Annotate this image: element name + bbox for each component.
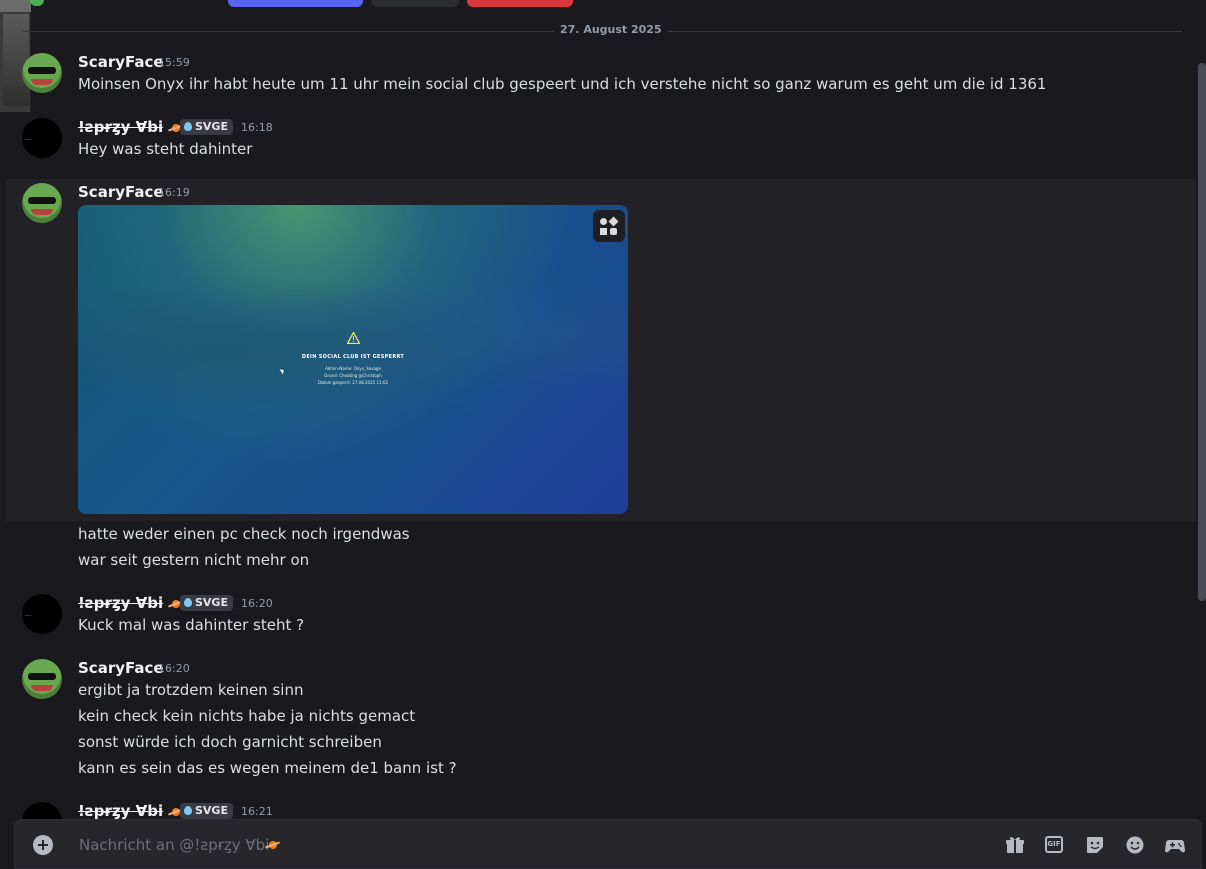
date-divider-label: 27. August 2025 [554,23,668,36]
danger-action-button[interactable] [467,0,573,7]
message-text: kann es sein das es wegen meinem de1 ban… [78,759,457,777]
game-controller-icon[interactable] [1165,835,1185,855]
message-input[interactable] [79,834,959,856]
scrollbar-track[interactable] [1198,63,1206,601]
gif-icon[interactable]: GIF [1045,836,1063,853]
planet-emoji-icon [265,840,279,850]
message-timestamp: 16:20 [158,662,190,675]
message-author[interactable]: ScaryFace [78,659,164,677]
message-text: war seit gestern nicht mehr on [78,551,310,569]
secondary-action-button[interactable] [371,0,459,7]
message-text: kein check kein nichts habe ja nichts ge… [78,707,416,725]
message-author[interactable]: !ƨpɍȥy Ɐbi [78,594,182,612]
message-text: Hey was steht dahinter [78,140,253,158]
message-author[interactable]: ScaryFace [78,183,164,201]
server-tag[interactable]: SVGE [180,119,233,135]
avatar[interactable]: ꟷꟷ [22,118,62,158]
server-tag[interactable]: SVGE [180,803,233,819]
image-attachment[interactable]: DEIN SOCIAL CLUB IST GESPERRT Admin-Name… [78,205,628,514]
avatar[interactable] [22,659,62,699]
image-options-button[interactable] [593,210,625,242]
server-tag[interactable]: SVGE [180,595,233,611]
message-timestamp: 16:20 [241,597,273,610]
window-thumbnail[interactable] [0,0,44,112]
message-timestamp: 16:18 [241,121,273,134]
ban-notice-line: Datum gesperrt: 27.08.2025 11:02 [318,380,388,385]
ban-notice-title: DEIN SOCIAL CLUB IST GESPERRT [301,354,405,360]
message-author[interactable]: !ƨpɍȥy Ɐbi [78,118,182,136]
top-button-strip [0,0,1206,8]
add-attachment-icon[interactable] [33,835,53,855]
ban-notice-line: Admin-Name: Onyx_Savage [325,366,381,371]
avatar[interactable] [22,183,62,223]
message-text: Kuck mal was dahinter steht ? [78,616,305,634]
message-author[interactable]: ScaryFace [78,53,164,71]
avatar[interactable]: ꟷꟷ [22,594,62,634]
message-text: Moinsen Onyx ihr habt heute um 11 uhr me… [78,75,1047,93]
message-composer: GIF [14,819,1202,869]
drop-icon [184,122,192,131]
ban-notice-line: Grund: Cheating @Christoph [324,373,382,378]
drop-icon [184,806,192,815]
message-timestamp: 15:59 [158,56,190,69]
message-timestamp: 16:19 [158,186,190,199]
message-timestamp: 16:21 [241,805,273,818]
message-text: sonst würde ich doch garnicht schreiben [78,733,382,751]
message-text: ergibt ja trotzdem keinen sinn [78,681,304,699]
avatar[interactable] [22,53,62,93]
sticker-icon[interactable] [1085,835,1105,855]
primary-action-button[interactable] [228,0,363,7]
message-author[interactable]: !ƨpɍȥy Ɐbi [78,802,182,820]
gift-icon[interactable] [1005,835,1025,855]
drop-icon [184,598,192,607]
emoji-icon[interactable] [1125,835,1145,855]
message-text: hatte weder einen pc check noch irgendwa… [78,525,410,543]
warning-icon [347,332,360,344]
scrollbar-thumb[interactable] [1198,63,1206,601]
